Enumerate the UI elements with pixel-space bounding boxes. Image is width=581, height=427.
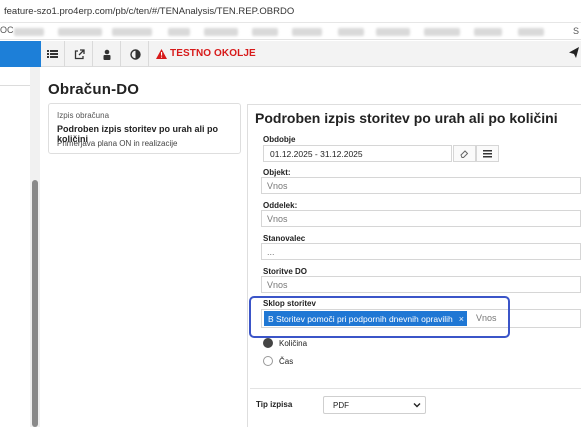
obdobje-date-range-input[interactable]: 01.12.2025 - 31.12.2025 <box>263 145 452 162</box>
user-lock-button[interactable] <box>94 41 121 67</box>
list-button[interactable] <box>41 41 65 67</box>
bookmark-item[interactable] <box>376 28 410 36</box>
user-lock-icon <box>103 49 111 60</box>
app-toolbar: TESTNO OKOLJE <box>0 41 581 67</box>
bookmarks-bar: OC S <box>0 23 581 40</box>
tip-izpisa-value: PDF <box>333 401 349 410</box>
stanovalec-placeholder: ... <box>267 247 275 257</box>
bookmarks-lead-text: OC <box>0 25 14 35</box>
bookmark-item[interactable] <box>112 28 152 36</box>
stanovalec-label: Stanovalec <box>263 234 306 243</box>
radio-cas-label: Čas <box>279 357 294 366</box>
page-title: Obračun-DO <box>48 81 140 98</box>
radio-cas[interactable] <box>263 356 273 366</box>
bookmark-item[interactable] <box>292 28 322 36</box>
bookmark-item[interactable] <box>14 28 44 36</box>
stanovalec-input[interactable]: ... <box>261 243 581 260</box>
browser-address-bar[interactable]: feature-szo1.pro4erp.com/pb/c/ten/#/TENA… <box>0 0 581 23</box>
bookmark-item[interactable] <box>58 28 102 36</box>
tip-izpisa-label: Tip izpisa <box>256 400 293 409</box>
report-list-card[interactable]: Izpis obračuna Podroben izpis storitev p… <box>48 103 241 154</box>
test-environment-badge: TESTNO OKOLJE <box>156 48 256 59</box>
radio-kolicina-label: Količina <box>279 339 308 348</box>
bookmark-item[interactable] <box>518 28 544 36</box>
send-button[interactable] <box>569 47 579 60</box>
report-list-caption: Izpis obračuna <box>57 111 110 120</box>
contrast-button[interactable] <box>122 41 149 67</box>
bookmark-item[interactable] <box>168 28 190 36</box>
storitve-do-input[interactable]: Vnos <box>261 276 581 293</box>
bookmark-item[interactable] <box>338 28 364 36</box>
bookmarks-tail-text: S <box>572 26 579 36</box>
calendar-list-icon <box>483 149 492 157</box>
report-list-item[interactable]: Primerjava plana ON in realizacije <box>57 139 178 148</box>
test-environment-label: TESTNO OKOLJE <box>170 48 256 59</box>
objekt-input[interactable]: Vnos <box>261 177 581 194</box>
storitve-do-placeholder: Vnos <box>267 280 288 290</box>
focus-highlight-box <box>249 296 510 338</box>
storitve-do-label: Storitve DO <box>263 267 308 276</box>
sidebar-toggle-button[interactable] <box>0 41 41 67</box>
obdobje-label: Obdobje <box>263 135 296 144</box>
chevron-down-icon <box>413 403 421 408</box>
contrast-icon <box>129 48 141 60</box>
scrollbar-thumb[interactable] <box>32 180 38 427</box>
objekt-label: Objekt: <box>263 168 291 177</box>
form-title: Podroben izpis storitev po urah ali po k… <box>255 110 558 126</box>
list-icon <box>47 50 58 58</box>
warning-icon <box>156 48 167 59</box>
eraser-icon <box>460 150 469 158</box>
clear-date-button[interactable] <box>453 145 476 162</box>
url-text[interactable]: feature-szo1.pro4erp.com/pb/c/ten/#/TENA… <box>4 6 294 17</box>
send-icon <box>569 47 579 58</box>
external-link-icon <box>74 48 85 59</box>
bookmark-item[interactable] <box>424 28 460 36</box>
open-external-button[interactable] <box>66 41 93 67</box>
oddelek-placeholder: Vnos <box>267 214 288 224</box>
bookmark-item[interactable] <box>474 28 502 36</box>
tip-izpisa-select[interactable]: PDF <box>323 396 426 414</box>
date-picker-button[interactable] <box>476 145 499 162</box>
objekt-placeholder: Vnos <box>267 181 288 191</box>
radio-kolicina[interactable] <box>263 338 273 348</box>
oddelek-input[interactable]: Vnos <box>261 210 581 227</box>
bookmark-item[interactable] <box>204 28 238 36</box>
section-divider <box>250 388 581 389</box>
bookmark-item[interactable] <box>252 28 278 36</box>
oddelek-label: Oddelek: <box>263 201 298 210</box>
obdobje-value: 01.12.2025 - 31.12.2025 <box>270 149 363 159</box>
